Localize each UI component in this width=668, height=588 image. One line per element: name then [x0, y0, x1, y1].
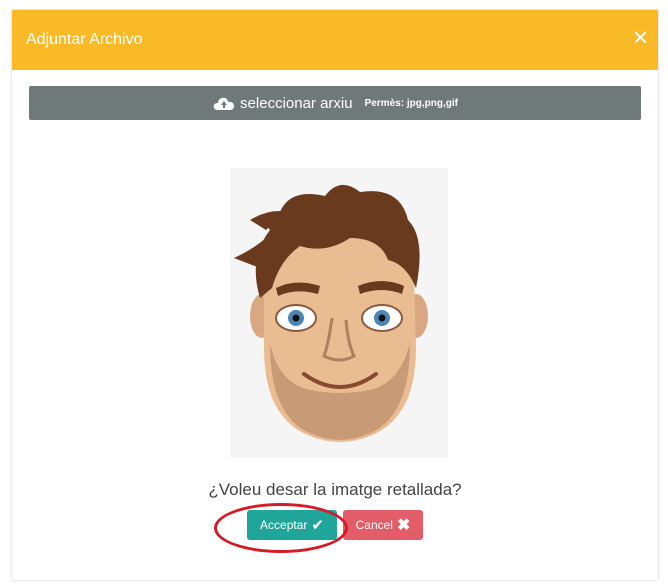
attach-file-modal: Adjuntar Archivo × seleccionar arxiu Per…: [12, 10, 658, 580]
cancel-label: Cancel: [355, 518, 393, 532]
modal-header: Adjuntar Archivo ×: [12, 10, 658, 70]
image-preview: [230, 168, 448, 458]
select-file-button[interactable]: seleccionar arxiu Permès: jpg,png,gif: [29, 86, 641, 120]
select-file-label: seleccionar arxiu: [240, 94, 353, 112]
cloud-upload-icon: [213, 97, 235, 110]
highlight-circle-annotation: [214, 503, 348, 553]
modal-title: Adjuntar Archivo: [26, 31, 143, 48]
cancel-button[interactable]: Cancel ✖: [343, 510, 423, 540]
x-icon: ✖: [396, 517, 411, 534]
close-icon[interactable]: ×: [633, 24, 648, 50]
avatar-face-image: [234, 184, 428, 442]
allowed-formats-text: Permès: jpg,png,gif: [364, 97, 458, 109]
save-cropped-question: ¿Voleu desar la imatge retallada?: [208, 480, 462, 499]
